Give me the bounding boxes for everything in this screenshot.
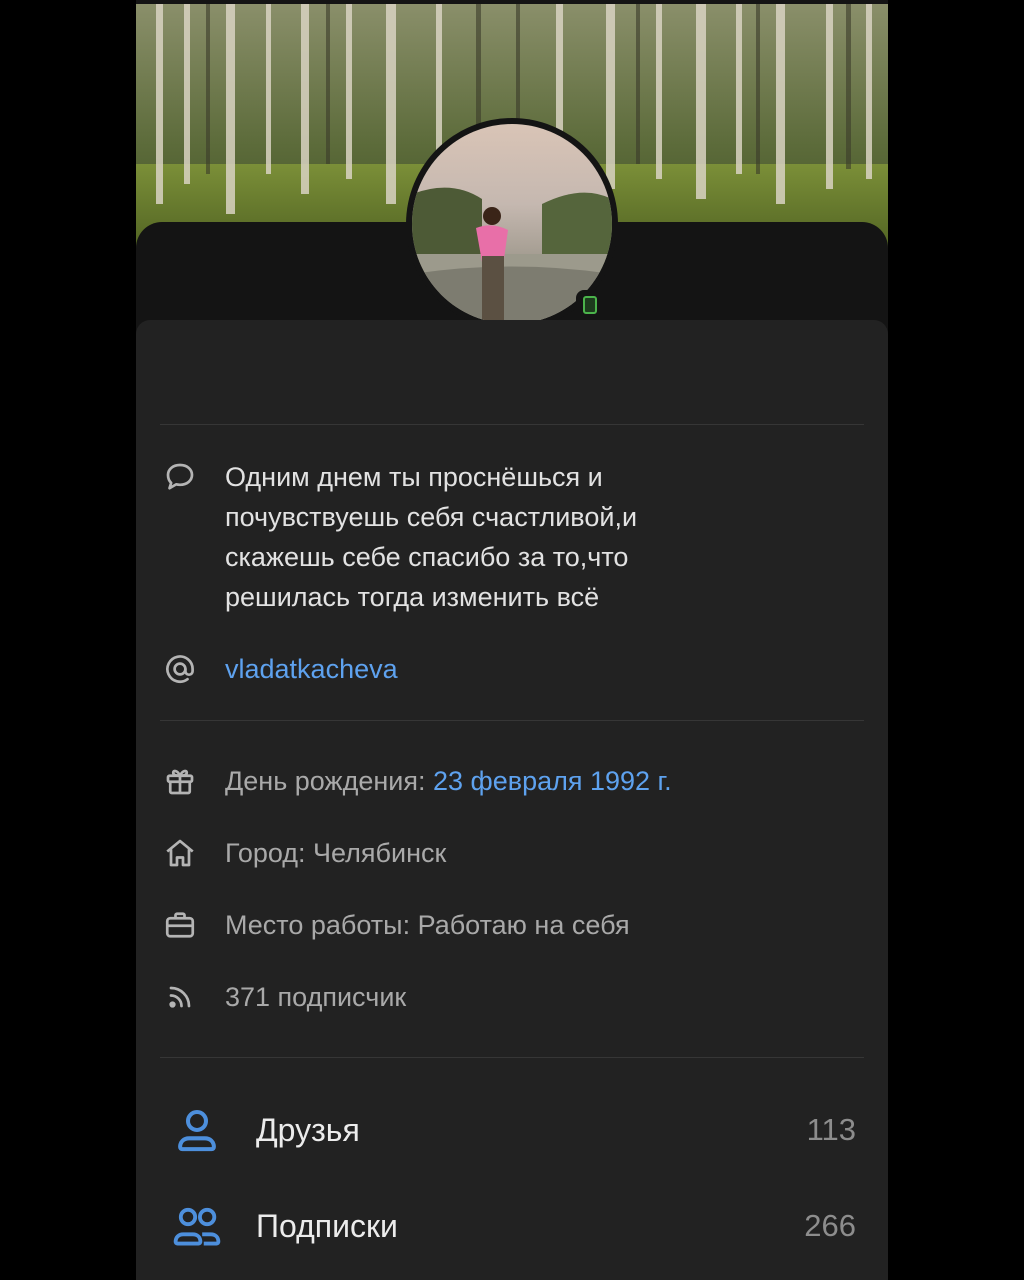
online-status-icon [576, 290, 604, 318]
bio-row: Одним днем ты проснёшься и почувствуешь … [160, 457, 725, 617]
subscriptions-count: 266 [804, 1208, 856, 1243]
username-link[interactable]: vladatkacheva [225, 649, 398, 689]
birthday-row: День рождения: 23 февраля 1992 г. [160, 761, 672, 801]
subscriptions-row[interactable]: Подписки 266 [168, 1196, 856, 1256]
home-icon [160, 833, 200, 873]
divider [160, 720, 864, 721]
work-text: Место работы: Работаю на себя [225, 910, 630, 940]
bio-text: Одним днем ты проснёшься и почувствуешь … [225, 462, 638, 612]
avatar-container[interactable] [406, 118, 618, 330]
friends-count: 113 [806, 1112, 856, 1147]
city-text: Город: Челябинск [225, 838, 447, 868]
divider [160, 1057, 864, 1058]
followers-row[interactable]: 371 подписчик [160, 977, 406, 1017]
profile-screen: Одним днем ты проснёшься и почувствуешь … [136, 0, 888, 1280]
friends-label: Друзья [256, 1111, 360, 1148]
subscriptions-label: Подписки [256, 1207, 398, 1244]
friends-row[interactable]: Друзья 113 [168, 1100, 856, 1160]
divider [160, 424, 864, 425]
gift-icon [160, 761, 200, 801]
at-sign-icon [160, 649, 200, 689]
birthday-label: День рождения: [225, 766, 433, 796]
briefcase-icon [160, 905, 200, 945]
rss-icon [160, 977, 200, 1017]
username-row[interactable]: vladatkacheva [160, 649, 398, 689]
profile-info-card: Одним днем ты проснёшься и почувствуешь … [136, 320, 888, 1280]
birthday-text: День рождения: 23 февраля 1992 г. [225, 761, 672, 801]
speech-bubble-icon [160, 457, 200, 497]
city-row: Город: Челябинск [160, 833, 446, 873]
users-icon [168, 1197, 226, 1255]
birthday-date-link[interactable]: 23 февраля 1992 г. [433, 766, 672, 796]
work-row: Место работы: Работаю на себя [160, 905, 630, 945]
user-icon [168, 1101, 226, 1159]
followers-text[interactable]: 371 подписчик [225, 977, 406, 1017]
